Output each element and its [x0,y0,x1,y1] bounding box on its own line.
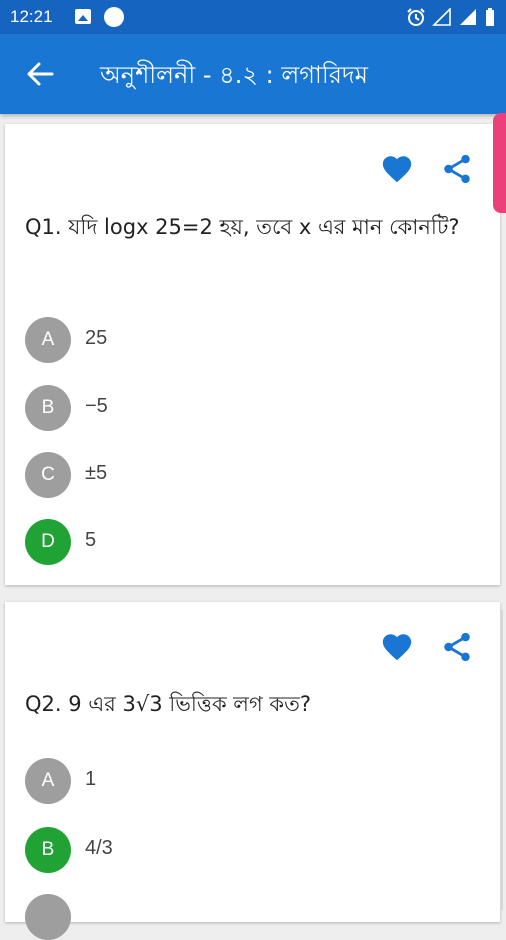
status-icons [406,6,496,28]
app-bar: অনুশীলনী - ৪.২ : লগারিদম [0,34,506,114]
status-time: 12:21 [10,7,53,26]
option-a[interactable]: A 1 [25,758,465,804]
side-tab[interactable] [493,113,506,213]
option-text: −5 [85,395,108,417]
share-icon [444,154,470,184]
battery-icon [486,8,494,26]
back-arrow-icon [27,62,54,86]
signal-icon [460,9,476,25]
share-icon [444,632,470,662]
scrollbar[interactable] [500,610,503,910]
question-card: Q2. 9 এর 3√3 ভিত্তিক লগ কত? A 1 B 4/3 [5,602,500,940]
option-text: 4/3 [85,837,113,859]
option-letter: A [25,758,71,804]
option-a[interactable]: A 25 [25,317,465,363]
option-text: 25 [85,327,108,349]
option-letter: C [25,452,71,498]
favorite-button[interactable] [380,152,414,186]
option-letter: D [25,519,71,565]
status-bar: 12:21 [0,0,506,34]
back-button[interactable] [22,56,58,92]
alarm-icon [407,8,425,26]
share-button[interactable] [440,152,474,186]
option-letter: B [25,385,71,431]
option-c[interactable]: C ±5 [25,452,465,498]
option-letter: A [25,317,71,363]
signal-icon [432,8,451,26]
option-letter [25,894,71,940]
question-text: Q2. 9 এর 3√3 ভিত্তিক লগ কত? [25,692,311,716]
heart-icon [382,634,412,661]
circle-icon [104,7,124,27]
heart-icon [382,156,412,183]
question-card: Q1. যদি logx 25=2 হয়, তবে x এর মান কোনট… [5,124,500,585]
option-b[interactable]: B −5 [25,385,465,431]
option-c[interactable] [25,894,465,940]
page-title: অনুশীলনী - ৪.২ : লগারিদম [100,61,368,89]
option-text: ±5 [85,462,108,484]
option-letter: B [25,827,71,873]
option-d[interactable]: D 5 [25,519,465,565]
option-b[interactable]: B 4/3 [25,827,465,873]
question-text: Q1. যদি logx 25=2 হয়, তবে x এর মান কোনট… [25,215,460,239]
option-text: 1 [85,768,97,790]
option-text: 5 [85,529,97,551]
share-button[interactable] [440,630,474,664]
image-icon [75,9,91,24]
favorite-button[interactable] [380,630,414,664]
